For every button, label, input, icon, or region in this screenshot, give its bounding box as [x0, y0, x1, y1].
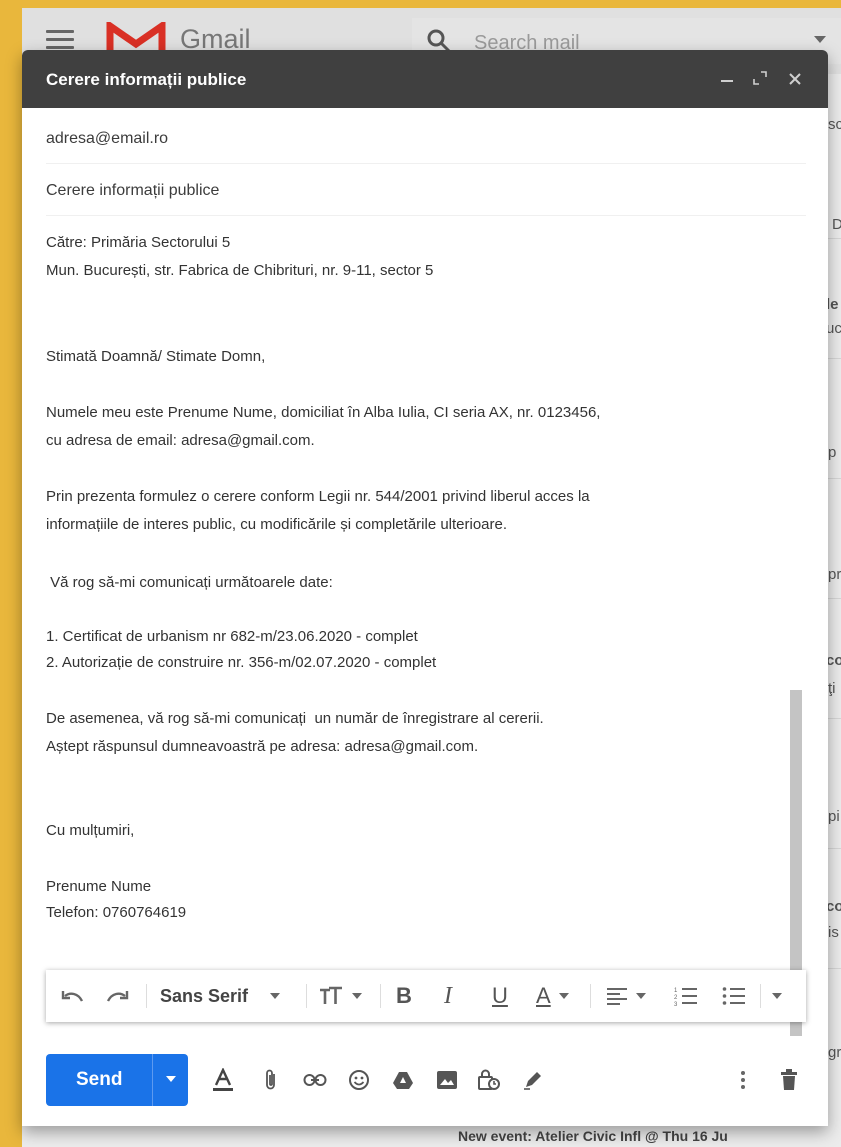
toolbar-separator	[380, 984, 381, 1008]
body-line: informațiile de interes public, cu modif…	[46, 516, 508, 533]
toolbar-separator	[760, 984, 761, 1008]
bg-snippet: co	[826, 652, 841, 669]
body-line: 2. Autorizație de construire nr. 356-m/0…	[46, 654, 437, 671]
numbered-list-icon[interactable]: 123	[674, 970, 698, 1022]
compose-title: Cerere informații publice	[46, 70, 247, 89]
toolbar-separator	[590, 984, 591, 1008]
body-line: Telefon: 0760764619	[46, 904, 187, 921]
body-line: Stimată Doamnă/ Stimate Domn,	[46, 348, 266, 365]
undo-icon[interactable]	[60, 970, 86, 1022]
bulleted-list-icon[interactable]	[722, 970, 746, 1022]
send-label: Send	[76, 1069, 123, 1090]
formatting-toolbar: Sans Serif B I U A 123	[46, 970, 806, 1022]
body-line: De asemenea, vă rog să-mi comunicați un …	[46, 710, 544, 727]
svg-text:2: 2	[674, 995, 678, 1001]
text-color-label: A	[536, 983, 551, 1008]
bg-snippet: pi	[828, 808, 840, 825]
minimize-icon[interactable]	[720, 68, 734, 89]
svg-text:1: 1	[674, 988, 678, 994]
body-line: Mun. București, str. Fabrica de Chibritu…	[46, 262, 434, 279]
compose-titlebar[interactable]: Cerere informații publice	[22, 50, 828, 108]
link-icon[interactable]	[300, 1064, 330, 1096]
bg-snippet: uc	[826, 320, 841, 337]
drive-icon[interactable]	[388, 1064, 418, 1096]
menu-icon[interactable]	[46, 30, 74, 50]
formatting-options-icon[interactable]	[208, 1064, 238, 1096]
compose-window: Cerere informații publice adresa@email.r…	[22, 50, 828, 1126]
fullscreen-icon[interactable]	[752, 70, 768, 91]
send-button[interactable]: Send	[46, 1054, 188, 1106]
bg-snippet: ţi	[828, 680, 836, 697]
redo-icon[interactable]	[104, 970, 130, 1022]
font-family-select[interactable]: Sans Serif	[160, 970, 281, 1022]
more-options-icon[interactable]	[728, 1064, 758, 1096]
toolbar-separator	[146, 984, 147, 1008]
bg-snippet: is	[828, 924, 839, 941]
italic-button[interactable]: I	[444, 970, 452, 1022]
svg-text:3: 3	[674, 1002, 678, 1006]
bg-snippet: sc	[828, 116, 841, 133]
message-body[interactable]: Către: Primăria Sectorului 5 Mun. Bucure…	[46, 226, 790, 986]
attach-icon[interactable]	[256, 1064, 286, 1096]
schedule-send-icon[interactable]	[166, 1076, 176, 1082]
body-line: Vă rog să-mi comunicați următoarele date…	[46, 574, 333, 591]
bg-footer-snippet: New event: Atelier Civic Infl @ Thu 16 J…	[458, 1128, 728, 1144]
align-icon[interactable]	[606, 970, 646, 1022]
text-size-icon[interactable]	[318, 970, 362, 1022]
bg-snippet: pr	[828, 566, 841, 583]
body-line: Aștept răspunsul dumneavoastră pe adresa…	[46, 738, 479, 755]
body-line: cu adresa de email: adresa@gmail.com.	[46, 432, 315, 449]
more-formatting-icon[interactable]	[772, 970, 782, 1022]
body-line: Prin prezenta formulez o cerere conform …	[46, 488, 590, 505]
body-line: Prenume Nume	[46, 878, 152, 895]
search-options-icon[interactable]	[814, 36, 826, 43]
bg-snippet: p	[828, 444, 837, 461]
body-line: Către: Primăria Sectorului 5	[46, 234, 231, 251]
confidential-icon[interactable]	[474, 1064, 504, 1096]
photo-icon[interactable]	[432, 1064, 462, 1096]
bg-snippet: D	[832, 216, 841, 233]
emoji-icon[interactable]	[344, 1064, 374, 1096]
to-field[interactable]: adresa@email.ro	[46, 112, 806, 164]
bold-button[interactable]: B	[396, 970, 412, 1022]
text-color-button[interactable]: A	[536, 970, 569, 1022]
subject-field[interactable]: Cerere informații publice	[46, 164, 806, 216]
signature-icon[interactable]	[518, 1064, 548, 1096]
bg-snippet: co	[826, 898, 841, 915]
body-line: Cu mulțumiri,	[46, 822, 135, 839]
body-line: Numele meu este Prenume Nume, domiciliat…	[46, 404, 601, 421]
bg-snippet: gr	[828, 1044, 841, 1061]
send-divider	[152, 1054, 153, 1106]
close-icon[interactable]	[788, 70, 802, 91]
trash-icon[interactable]	[774, 1064, 804, 1096]
font-family-label: Sans Serif	[160, 985, 249, 1006]
body-line: 1. Certificat de urbanism nr 682-m/23.06…	[46, 628, 418, 645]
underline-button[interactable]: U	[492, 970, 508, 1022]
toolbar-separator	[306, 984, 307, 1008]
